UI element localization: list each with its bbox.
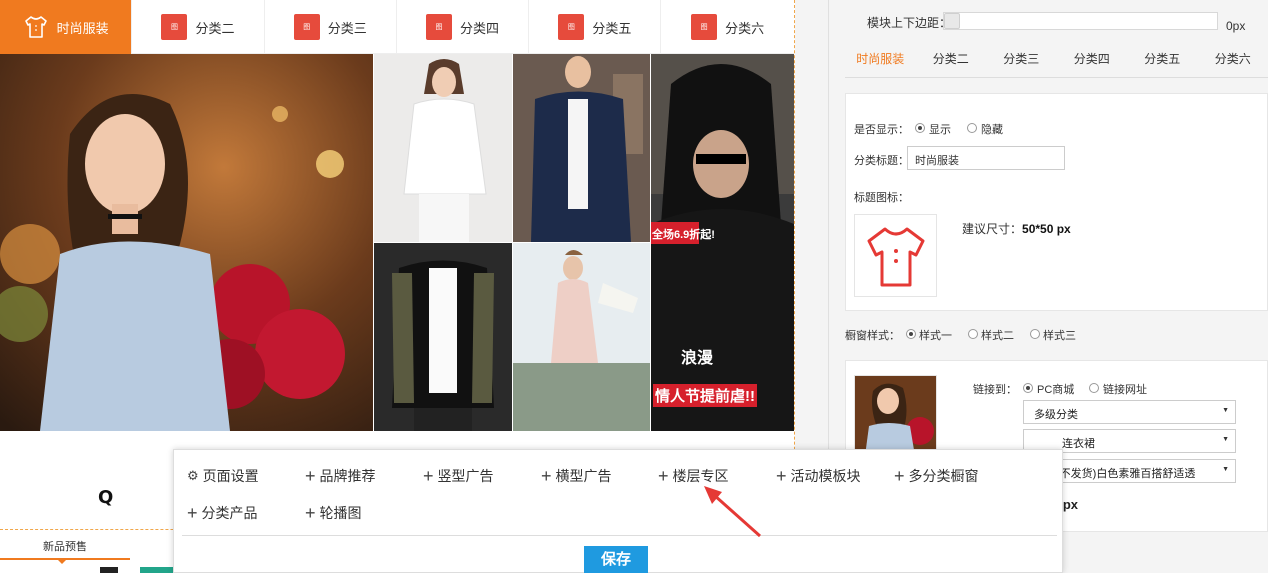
style-3-radio[interactable] (1030, 329, 1040, 339)
link-pc-radio[interactable] (1023, 383, 1033, 393)
shirt-icon (867, 227, 924, 286)
panel-tab-1[interactable]: 时尚服装 (845, 48, 916, 77)
category-level-select[interactable]: 多级分类 (1023, 400, 1236, 424)
margin-label: 模块上下边距： (867, 16, 952, 30)
style-2-radio[interactable] (968, 329, 978, 339)
window-style-label: 橱窗样式： (845, 330, 900, 342)
style-1-label: 样式一 (919, 330, 952, 342)
plus-icon: + (423, 466, 434, 486)
panel-tab-5[interactable]: 分类五 (1127, 48, 1198, 77)
carousel-label: 轮播图 (319, 505, 362, 521)
activity-template-label: 活动模板块 (790, 468, 861, 484)
show-option-label: 显示 (929, 124, 951, 136)
category-products-label: 分类产品 (201, 505, 258, 521)
plus-icon: + (305, 503, 316, 523)
plus-icon: + (187, 503, 198, 523)
add-activity-template-button[interactable]: + 活动模板块 (776, 466, 861, 486)
size-hint-label: 建议尺寸： (962, 222, 1023, 236)
horizontal-ad-label: 横型广告 (555, 468, 612, 484)
panel-tab-6[interactable]: 分类六 (1198, 48, 1268, 77)
size-hint: 建议尺寸：50*50 px (962, 220, 1071, 237)
link-pc-label: PC商城 (1037, 384, 1075, 396)
link-url-label: 链接网址 (1103, 384, 1147, 396)
title-label: 分类标题： (854, 155, 909, 167)
save-button[interactable]: 保存 (584, 546, 648, 573)
margin-slider[interactable] (943, 12, 1218, 30)
annotation-arrow-icon (704, 486, 761, 538)
hide-option-label: 隐藏 (981, 124, 1003, 136)
brand-logo-text: Q (98, 487, 118, 508)
panel-tab-3[interactable]: 分类三 (986, 48, 1057, 77)
popup-divider (182, 535, 1057, 536)
page-settings-label: 页面设置 (202, 468, 259, 484)
decorative-mark (100, 567, 118, 573)
hide-radio[interactable] (967, 123, 977, 133)
plus-icon: + (305, 466, 316, 486)
add-carousel-button[interactable]: + 轮播图 (305, 503, 362, 523)
style-1-radio[interactable] (906, 329, 916, 339)
title-icon-upload[interactable] (854, 214, 937, 297)
add-horizontal-ad-button[interactable]: + 横型广告 (541, 466, 612, 486)
category-title-input[interactable]: 时尚服装 (907, 146, 1065, 170)
style-2-label: 样式二 (981, 330, 1014, 342)
link-url-radio[interactable] (1089, 383, 1099, 393)
plus-icon: + (894, 466, 905, 486)
style-3-label: 样式三 (1043, 330, 1076, 342)
page-settings-button[interactable]: ⚙ 页面设置 (187, 466, 259, 486)
link-label: 链接到： (973, 384, 1017, 396)
panel-tab-2[interactable]: 分类二 (916, 48, 987, 77)
tab-new-arrival[interactable]: 新品预售 (0, 538, 130, 564)
panel-category-tabs: 时尚服装 分类二 分类三 分类四 分类五 分类六 (845, 48, 1268, 78)
vertical-ad-label: 竖型广告 (437, 468, 494, 484)
margin-slider-handle[interactable] (944, 13, 960, 29)
add-category-products-button[interactable]: + 分类产品 (187, 503, 258, 523)
plus-icon: + (776, 466, 787, 486)
add-multi-category-window-button[interactable]: + 多分类橱窗 (894, 466, 979, 486)
multi-category-window-label: 多分类橱窗 (908, 468, 979, 484)
decorative-bar (140, 567, 174, 573)
icon-label: 标题图标： (854, 192, 909, 204)
show-radio[interactable] (915, 123, 925, 133)
add-brand-recommend-button[interactable]: + 品牌推荐 (305, 466, 376, 486)
add-vertical-ad-button[interactable]: + 竖型广告 (423, 466, 494, 486)
window-image-thumbnail[interactable] (854, 375, 937, 455)
size-hint-value: 50*50 px (1022, 222, 1071, 236)
plus-icon: + (658, 466, 669, 486)
plus-icon: + (541, 466, 552, 486)
gear-icon: ⚙ (187, 468, 199, 483)
show-label: 是否显示： (854, 124, 909, 136)
margin-value: 0px (1226, 19, 1246, 33)
brand-recommend-label: 品牌推荐 (319, 468, 376, 484)
panel-tab-4[interactable]: 分类四 (1057, 48, 1128, 77)
